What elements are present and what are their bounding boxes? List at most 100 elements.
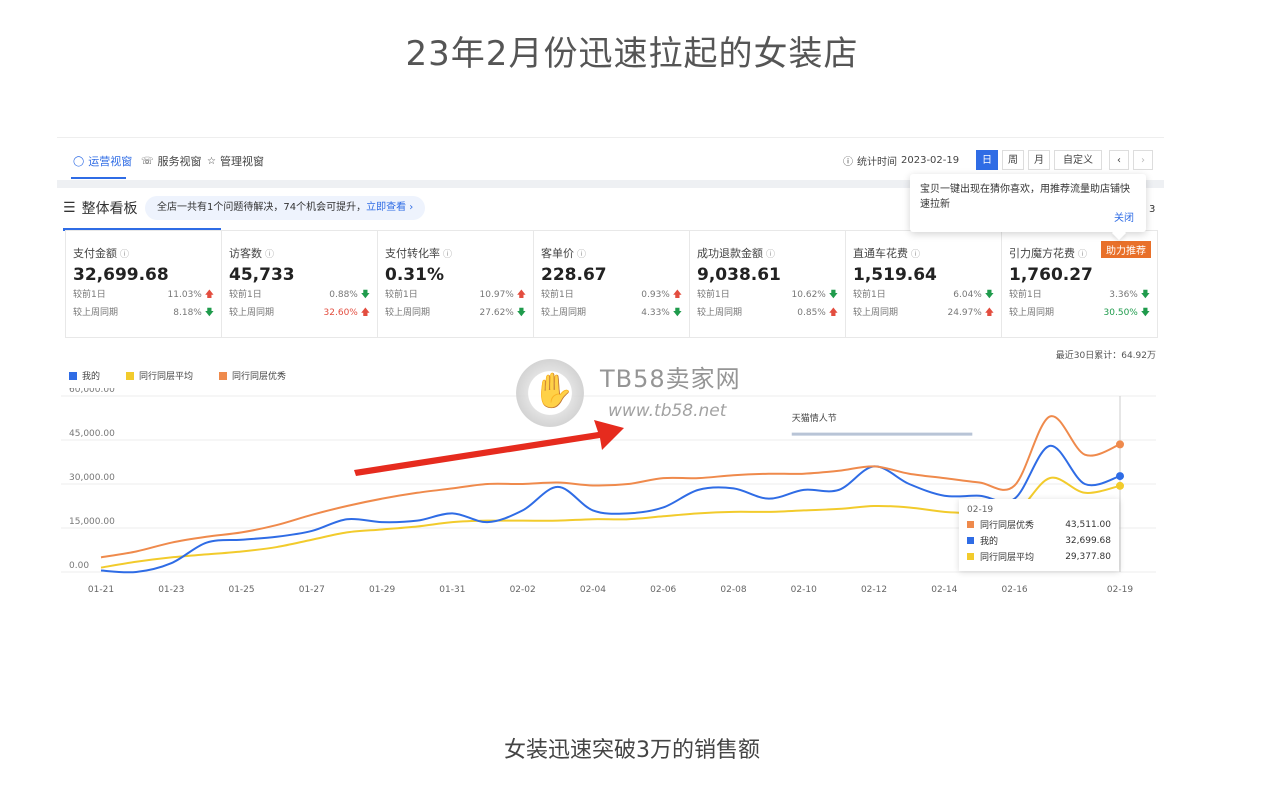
metric-card[interactable]: 支付转化率 ⓘ 0.31% 较前1日 10.97% 🡅 较上周同期 27.62% 🡇 [378,231,534,337]
compare-week: 较上周同期 4.33% 🡇 [541,308,682,318]
help-icon[interactable]: ⓘ [443,250,452,260]
tab-label: 运营视窗 [88,155,133,168]
x-tick-label: 01-25 [228,585,254,595]
layers-icon: ☰ [63,200,76,216]
arrow-down-icon: 🡇 [1140,290,1150,300]
y-tick-label: 30,000.00 [69,473,115,483]
x-tick-label: 01-27 [299,585,325,595]
trophy-icon: ☆ [207,155,216,167]
help-icon[interactable]: ⓘ [766,250,775,260]
hover-value: 43,511.00 [1065,519,1111,530]
y-tick-label: 45,000.00 [69,429,115,439]
x-tick-label: 01-29 [369,585,395,595]
metric-card[interactable]: 客单价 ⓘ 228.67 较前1日 0.93% 🡅 较上周同期 4.33% 🡇 [534,231,690,337]
recommend-badge[interactable]: 助力推荐 [1101,241,1151,258]
stat-time-value: 2023-02-19 [901,155,960,166]
metric-label: 成功退款金额 ⓘ [697,247,776,260]
period-custom-button[interactable]: 自定义 [1054,150,1102,170]
help-icon[interactable]: ⓘ [1078,250,1087,260]
metric-card[interactable]: 支付金额 ⓘ 32,699.68 较前1日 11.03% 🡅 较上周同期 8.18% 🡇 [66,231,222,337]
compare-day: 较前1日 6.04% 🡇 [853,290,994,300]
prev-button[interactable]: ‹ [1109,150,1129,170]
hover-name: 我的 [980,537,999,547]
metric-value: 32,699.68 [73,265,169,285]
slide-title: 23年2月份迅速拉起的女装店 [405,34,859,74]
hand-icon: ✋ [532,371,575,411]
tab-service[interactable]: ☏ 服务视窗 [141,153,202,169]
metric-label: 支付金额 ⓘ [73,247,130,260]
compare-day: 较前1日 0.93% 🡅 [541,290,682,300]
metric-label: 客单价 ⓘ [541,247,587,260]
x-tick-label: 02-12 [861,585,887,595]
legend-swatch [126,371,135,380]
metric-card[interactable]: 引力魔方花费 ⓘ 1,760.27 较前1日 3.36% 🡇 较上周同期 30.50% 🡇 助… [1002,231,1157,337]
hover-swatch [967,553,974,560]
period-week-button[interactable]: 周 [1002,150,1024,170]
legend-label: 同行同层平均 [139,372,194,382]
help-icon[interactable]: ⓘ [120,250,129,260]
metric-value: 45,733 [229,265,295,285]
legend-item-avg[interactable]: 同行同层平均 [126,369,193,382]
hover-row: 同行同层优秀 43,511.00 [967,518,1111,531]
slide-caption: 女装迅速突破3万的销售额 [504,738,760,763]
x-tick-label: 01-23 [158,585,184,595]
x-tick-label: 02-19 [1107,585,1133,595]
hover-row: 我的 32,699.68 [967,534,1111,547]
hover-name: 同行同层平均 [980,553,1035,563]
y-tick-label: 0.00 [69,561,89,571]
legend-swatch [219,371,228,380]
x-tick-label: 02-02 [510,585,536,595]
tooltip-text: 宝贝一键出现在猜你喜欢，用推荐流量助店铺快速拉新 [920,184,1130,210]
arrow-up-icon: 🡅 [984,308,994,318]
period-month-button[interactable]: 月 [1028,150,1050,170]
banner-link[interactable]: 立即查看 [366,202,406,213]
x-tick-label: 01-21 [88,585,114,595]
metric-label: 访客数 ⓘ [229,247,275,260]
info-icon: ⓘ [843,157,853,168]
compare-week: 较上周同期 30.50% 🡇 [1009,308,1150,318]
legend-swatch [69,371,77,380]
hover-date: 02-19 [967,505,994,515]
metric-value: 1,519.64 [853,265,937,285]
next-button[interactable]: › [1133,150,1153,170]
tab-operations[interactable]: ◯ 运营视窗 [73,153,132,169]
compare-week: 较上周同期 32.60% 🡅 [229,308,370,318]
arrow-down-icon: 🡇 [204,308,214,318]
tab-label: 服务视窗 [157,155,202,168]
hover-name: 同行同层优秀 [980,521,1035,531]
metric-card[interactable]: 直通车花费 ⓘ 1,519.64 较前1日 6.04% 🡇 较上周同期 24.97% 🡅 [846,231,1002,337]
headset-icon: ☏ [141,155,154,167]
arrow-up-icon: 🡅 [516,290,526,300]
arrow-down-icon: 🡇 [1140,308,1150,318]
compare-week: 较上周同期 27.62% 🡇 [385,308,526,318]
highlight-arrow [354,420,624,476]
x-tick-label: 02-08 [720,585,746,595]
arrow-down-icon: 🡇 [828,290,838,300]
recommend-tooltip: 宝贝一键出现在猜你喜欢，用推荐流量助店铺快速拉新 关闭 [910,174,1146,241]
tab-management[interactable]: ☆ 管理视窗 [207,153,264,169]
legend-item-best[interactable]: 同行同层优秀 [219,369,286,382]
help-icon[interactable]: ⓘ [577,250,586,260]
compare-day: 较前1日 0.88% 🡇 [229,290,370,300]
help-icon[interactable]: ⓘ [911,250,920,260]
tooltip-close-link[interactable]: 关闭 [1114,211,1134,226]
overview-heading: ☰ 整体看板 [63,198,138,218]
metric-value: 1,760.27 [1009,265,1093,285]
rolling-total: 最近30日累计：64.92万 [1055,351,1156,361]
stat-time-label: 统计时间 [857,157,897,168]
legend-item-mine[interactable]: 我的 [69,369,100,382]
metric-cards: 支付金额 ⓘ 32,699.68 较前1日 11.03% 🡅 较上周同期 8.18% 🡇 访客… [65,230,1158,338]
shield-icon: ◯ [73,155,85,167]
arrow-down-icon: 🡇 [516,308,526,318]
metric-card[interactable]: 成功退款金额 ⓘ 9,038.61 较前1日 10.62% 🡇 较上周同期 0.85% 🡅 [690,231,846,337]
period-day-button[interactable]: 日 [976,150,998,170]
compare-week: 较上周同期 24.97% 🡅 [853,308,994,318]
active-tab-indicator [71,177,126,179]
metric-card[interactable]: 访客数 ⓘ 45,733 较前1日 0.88% 🡇 较上周同期 32.60% 🡅 [222,231,378,337]
help-icon[interactable]: ⓘ [265,250,274,260]
banner-text: 全店一共有1个问题待解决，74个机会可提升， [157,202,367,213]
x-tick-label: 02-10 [791,585,817,595]
issue-banner[interactable]: 全店一共有1个问题待解决，74个机会可提升，立即查看 › [145,196,426,220]
series-point-0 [1116,472,1124,481]
chevron-right-icon: › [409,202,414,213]
